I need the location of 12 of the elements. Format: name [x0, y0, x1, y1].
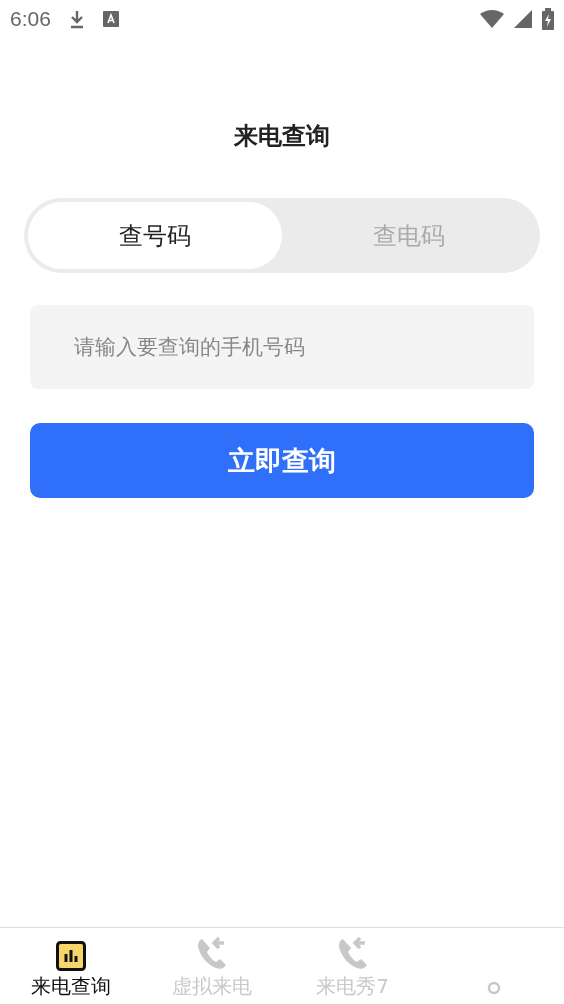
query-button[interactable]: 立即查询 [30, 423, 534, 498]
phone-input-field[interactable]: 请输入要查询的手机号码 [30, 305, 534, 389]
download-icon [68, 9, 85, 29]
status-time: 6:06 [10, 7, 51, 31]
app-icon [102, 11, 119, 27]
battery-icon [542, 8, 554, 30]
tab[interactable]: 查号码 [28, 202, 282, 269]
chart-icon [55, 941, 86, 971]
wifi-icon [480, 10, 504, 28]
signal-icon [514, 10, 532, 28]
nav-tab[interactable]: 来电查询 [0, 928, 141, 1004]
page-title: 来电查询 [233, 121, 331, 152]
